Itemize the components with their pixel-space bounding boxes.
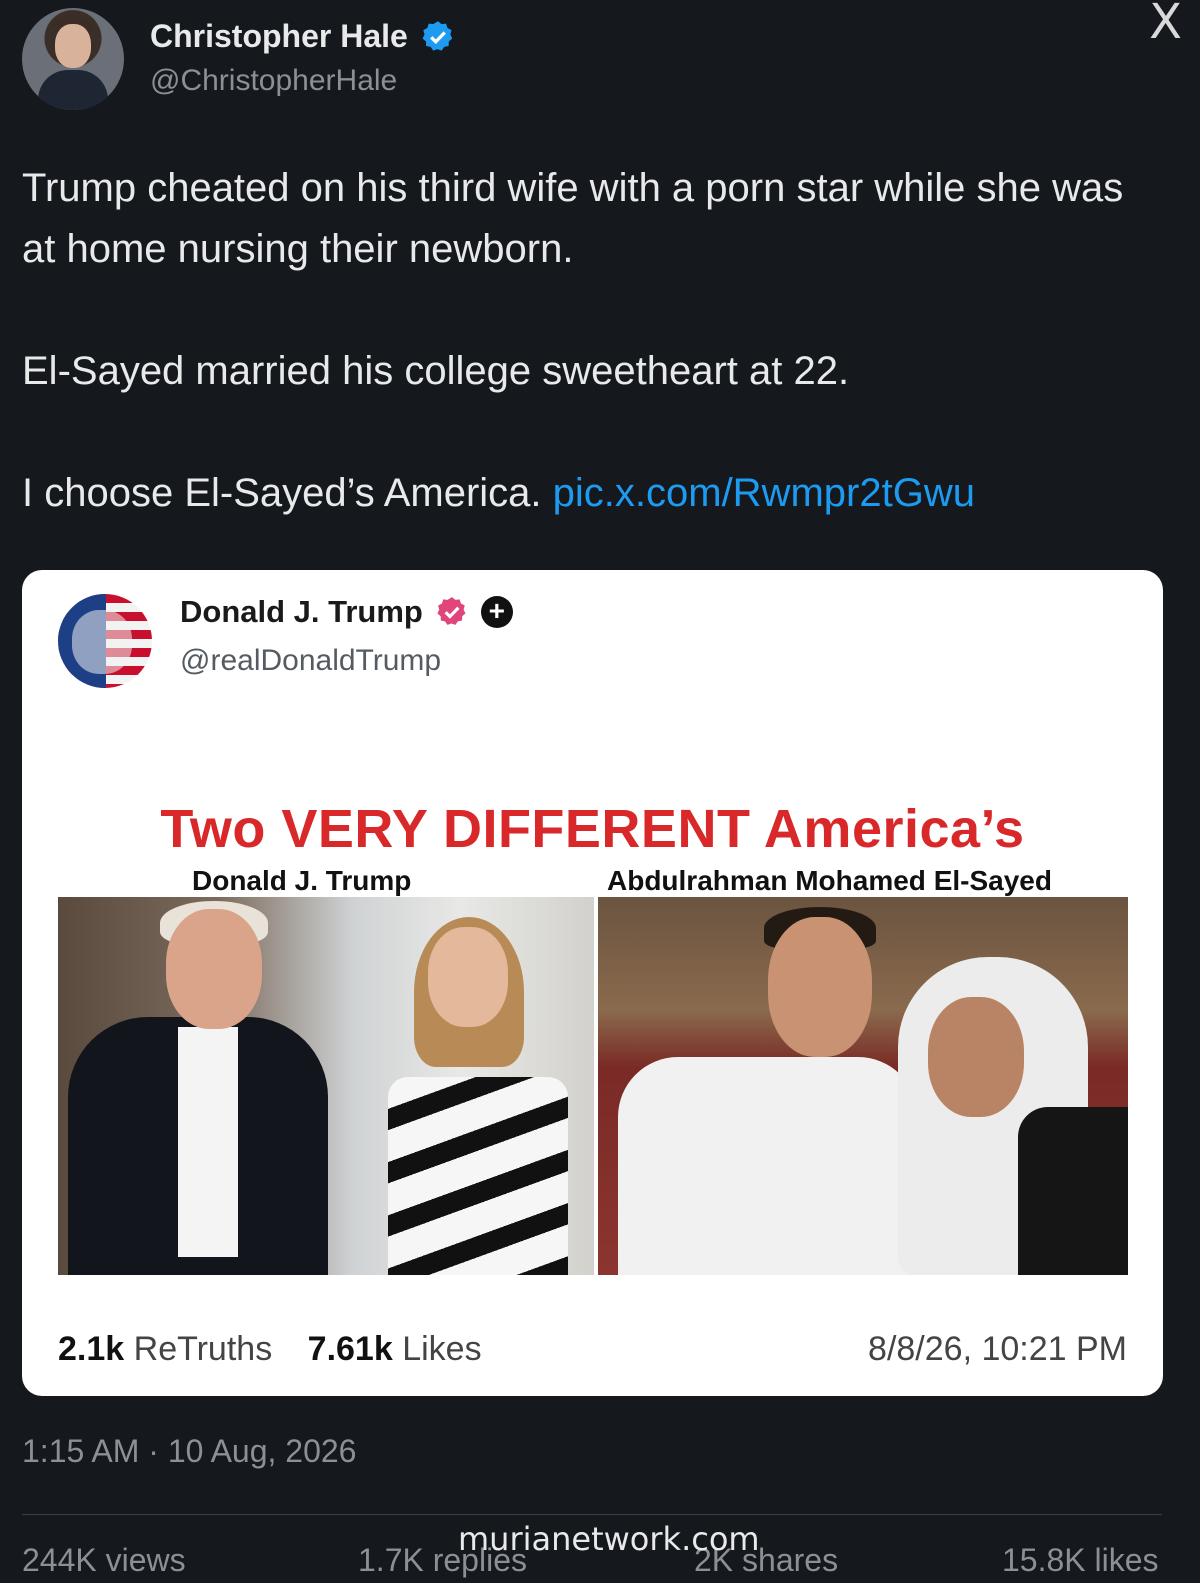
verified-badge-icon — [422, 20, 453, 51]
author-name-row: Christopher Hale — [150, 18, 456, 55]
embedded-date: 8/8/26, 10:21 PM — [868, 1330, 1127, 1368]
embedded-headline: Two VERY DIFFERENT America’s — [160, 799, 1025, 859]
likes-count: 7.61k — [307, 1330, 393, 1368]
author-handle[interactable]: @ChristopherHale — [150, 64, 397, 98]
embedded-avatar[interactable] — [58, 594, 152, 688]
tweet-media-link[interactable]: pic.x.com/Rwmpr2tGwu — [553, 471, 975, 515]
x-logo-icon[interactable]: X — [1149, 0, 1182, 50]
photo-label-right: Abdulrahman Mohamed El-Sayed — [607, 865, 1052, 896]
photo-label-left: Donald J. Trump — [192, 865, 412, 896]
divider — [22, 1514, 1162, 1515]
embedded-name-row: Donald J. Trump + — [180, 594, 513, 630]
plus-badge-icon: + — [480, 596, 513, 628]
likes-label: Likes — [402, 1330, 482, 1368]
post-timestamp[interactable]: 1:15 AM · 10 Aug, 2026 — [22, 1433, 356, 1470]
embedded-author-handle[interactable]: @realDonaldTrump — [180, 644, 441, 678]
tweet-line-3: I choose El-Sayed’s America. pic.x.com/R… — [22, 463, 1162, 524]
embedded-author-name[interactable]: Donald J. Trump — [180, 594, 423, 630]
tweet-line-1: Trump cheated on his third wife with a p… — [22, 166, 1124, 271]
tweet-header: Christopher Hale @ChristopherHale X — [22, 0, 1182, 118]
embedded-post-card[interactable]: Donald J. Trump + @realDonaldTrump Two V… — [22, 570, 1163, 1396]
tweet-line-2: El-Sayed married his college sweetheart … — [22, 349, 850, 393]
tweet-text: Trump cheated on his third wife with a p… — [22, 158, 1162, 524]
photo-el-sayed-couple[interactable] — [598, 897, 1128, 1275]
watermark-text: murianetwork.com — [458, 1520, 760, 1558]
retruths-count: 2.1k — [58, 1330, 125, 1368]
likes-total[interactable]: 15.8K likes — [1002, 1542, 1159, 1579]
photo-trump-couple[interactable] — [58, 897, 594, 1275]
views-count[interactable]: 244K views — [22, 1542, 186, 1579]
embedded-stats: 2.1k ReTruths 7.61k Likes — [58, 1330, 482, 1369]
retruths-label: ReTruths — [133, 1330, 273, 1368]
author-avatar[interactable] — [22, 8, 124, 110]
author-name[interactable]: Christopher Hale — [150, 18, 408, 55]
verified-badge-icon — [437, 597, 466, 625]
tweet-line-3-text: I choose El-Sayed’s America. — [22, 471, 542, 515]
